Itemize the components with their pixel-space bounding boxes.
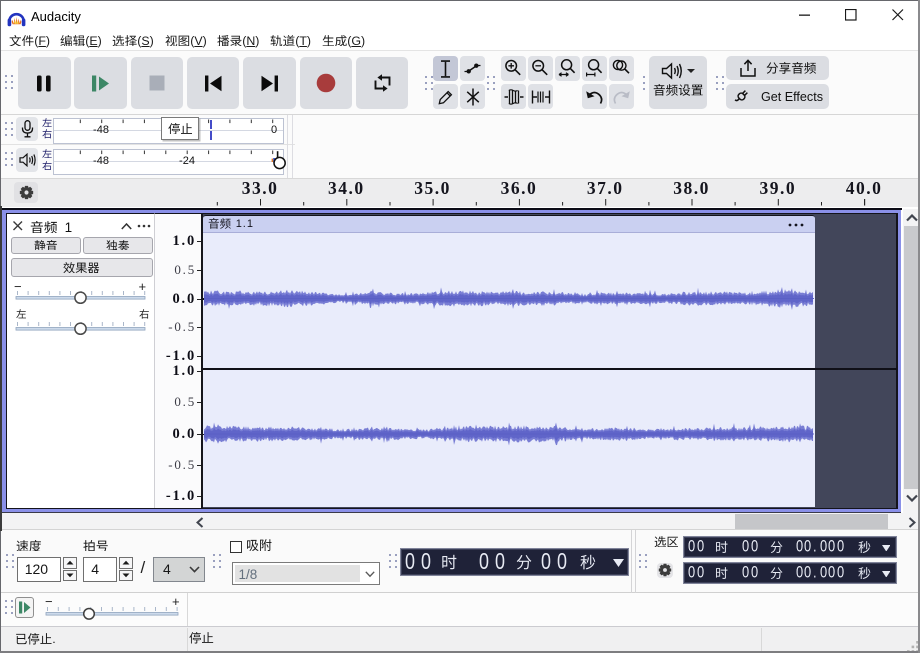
svg-text:+: + <box>172 598 180 609</box>
svg-text:−: − <box>45 598 53 609</box>
